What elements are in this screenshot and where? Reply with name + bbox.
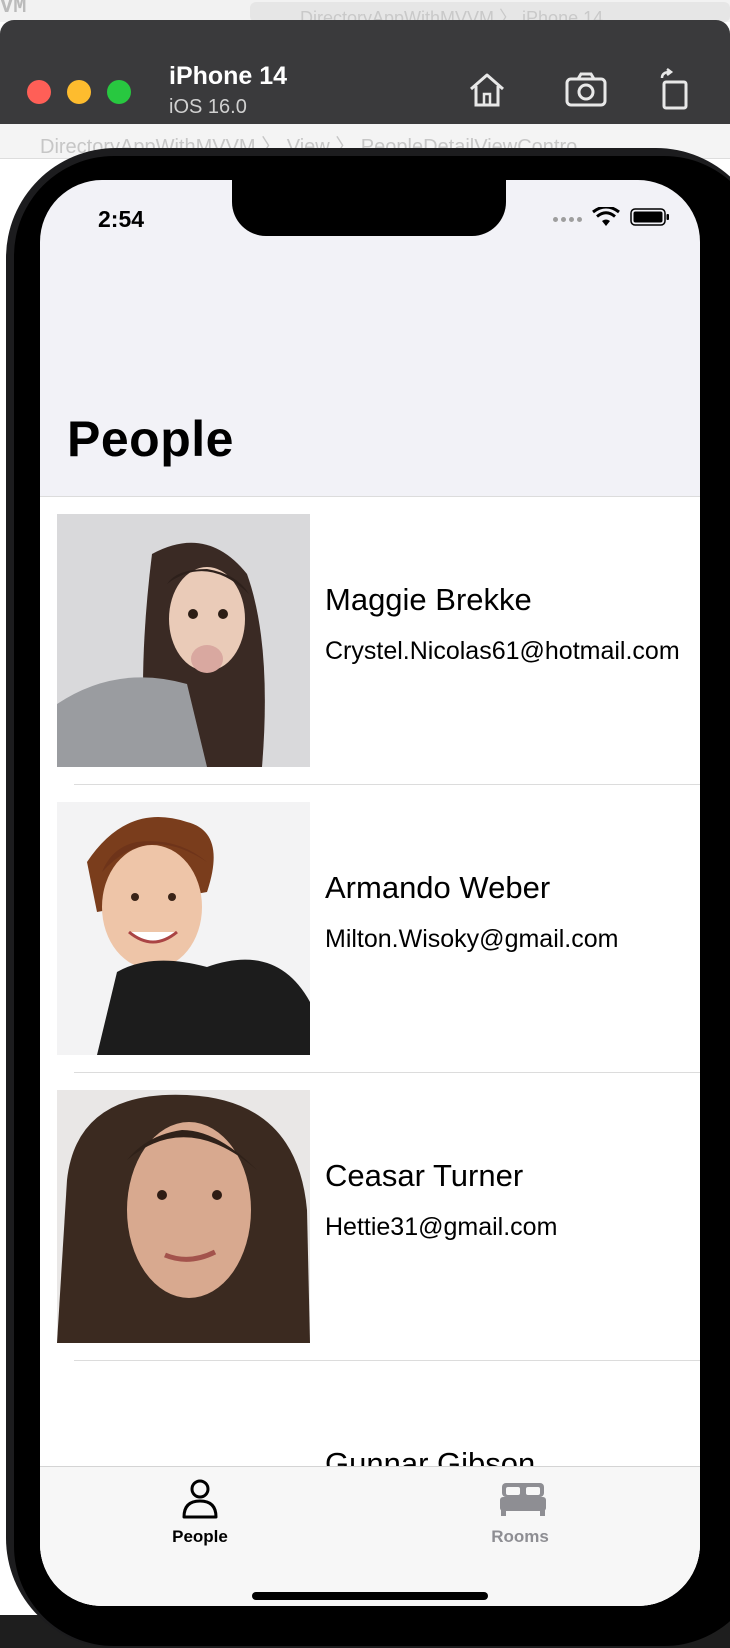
device-name: iPhone 14 bbox=[169, 62, 288, 90]
list-item[interactable]: Maggie Brekke Crystel.Nicolas61@hotmail.… bbox=[40, 497, 700, 785]
list-item[interactable]: Ceasar Turner Hettie31@gmail.com bbox=[40, 1073, 700, 1361]
person-photo bbox=[57, 514, 310, 767]
battery-icon bbox=[630, 207, 670, 232]
xcode-project-fragment: VM bbox=[0, 0, 27, 19]
bed-icon bbox=[498, 1477, 546, 1521]
tab-rooms[interactable]: Rooms bbox=[460, 1477, 580, 1547]
phone-screen: 2:54 People Maggie Brekke Crystel.Nicola… bbox=[40, 180, 700, 1606]
device-notch bbox=[232, 180, 506, 236]
rotate-icon[interactable] bbox=[654, 68, 698, 112]
person-photo bbox=[57, 1090, 310, 1343]
tab-bar: People Rooms bbox=[40, 1466, 700, 1606]
person-email: Milton.Wisoky@gmail.com bbox=[325, 925, 619, 953]
person-name: Armando Weber bbox=[325, 870, 551, 905]
close-window-button[interactable] bbox=[27, 80, 51, 104]
device-os-version: iOS 16.0 bbox=[169, 96, 247, 118]
list-item[interactable]: Armando Weber Milton.Wisoky@gmail.com bbox=[40, 785, 700, 1073]
person-name: Ceasar Turner bbox=[325, 1158, 524, 1193]
status-time: 2:54 bbox=[98, 206, 145, 232]
xcode-toolbar: VM DirectoryAppWithMVVM 〉 iPhone 14 bbox=[0, 0, 730, 28]
person-name: Maggie Brekke bbox=[325, 582, 532, 617]
people-list[interactable]: Maggie Brekke Crystel.Nicolas61@hotmail.… bbox=[40, 496, 700, 1606]
minimize-window-button[interactable] bbox=[67, 80, 91, 104]
home-icon[interactable] bbox=[465, 68, 509, 112]
home-indicator[interactable] bbox=[252, 1592, 488, 1600]
screenshot-icon[interactable] bbox=[564, 68, 608, 112]
signal-icon bbox=[553, 216, 582, 222]
person-icon bbox=[178, 1477, 222, 1521]
status-icons bbox=[553, 205, 670, 232]
wifi-icon bbox=[592, 205, 620, 232]
tab-people[interactable]: People bbox=[140, 1477, 260, 1547]
person-photo bbox=[57, 802, 310, 1055]
simulator-title-bar: iPhone 14 iOS 16.0 bbox=[0, 20, 730, 124]
person-email: Hettie31@gmail.com bbox=[325, 1213, 558, 1241]
tab-people-label: People bbox=[172, 1527, 228, 1546]
person-email: Crystel.Nicolas61@hotmail.com bbox=[325, 637, 680, 665]
zoom-window-button[interactable] bbox=[107, 80, 131, 104]
page-title: People bbox=[67, 411, 234, 467]
tab-rooms-label: Rooms bbox=[491, 1527, 549, 1546]
